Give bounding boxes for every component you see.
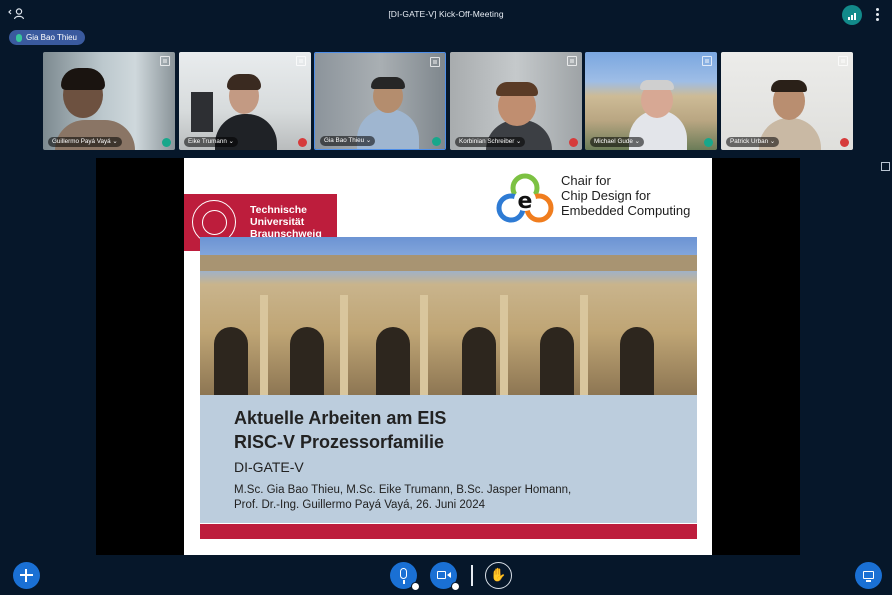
participant-name: Guillermo Payá Vayá ⌄: [48, 137, 122, 147]
participant-name: Michael Gude ⌄: [590, 137, 644, 147]
screen-share-icon: [863, 571, 874, 579]
microphone-button[interactable]: [390, 562, 420, 591]
video-tile[interactable]: Patrick Urban ⌄: [721, 52, 853, 150]
participant-name: Korbinian Schreiber ⌄: [455, 137, 526, 147]
fullscreen-icon[interactable]: [430, 57, 440, 67]
participant-name: Eike Trumann ⌄: [184, 137, 238, 147]
participant-name: Patrick Urban ⌄: [726, 137, 780, 147]
camera-icon: [437, 571, 446, 579]
eis-logo-icon: e: [496, 173, 554, 223]
actions-button[interactable]: [13, 562, 40, 589]
slide-title-line2: RISC-V Prozessorfamilie: [234, 432, 445, 452]
university-name: Technische Universität Braunschweig: [250, 204, 322, 240]
slide-authors-line1: M.Sc. Gia Bao Thieu, M.Sc. Eike Trumann,…: [234, 484, 572, 496]
connection-status-button[interactable]: [842, 5, 862, 25]
slide-title-line1: Aktuelle Arbeiten am EIS: [234, 408, 447, 428]
video-tile[interactable]: Guillermo Payá Vayá ⌄: [43, 52, 175, 150]
screen-share-button[interactable]: [855, 562, 882, 589]
audio-status-icon: [162, 138, 171, 147]
slide-authors-line2: Prof. Dr.-Ing. Guillermo Payá Vayá, 26. …: [234, 499, 485, 511]
connection-signal-icon: [848, 17, 850, 20]
microphone-icon: [400, 568, 407, 579]
video-tile-active[interactable]: Gia Bao Thieu ⌄: [314, 52, 446, 150]
meeting-title: [DI-GATE-V] Kick-Off-Meeting: [388, 9, 504, 19]
kebab-menu-icon: [875, 8, 879, 11]
video-settings-dot[interactable]: [451, 582, 460, 591]
raise-hand-icon: ✋: [490, 567, 507, 582]
fullscreen-icon[interactable]: [160, 56, 170, 66]
fullscreen-icon[interactable]: [838, 56, 848, 66]
fullscreen-icon[interactable]: [296, 56, 306, 66]
microphone-icon: [16, 33, 22, 42]
camera-button[interactable]: [430, 562, 460, 591]
fullscreen-presentation-button[interactable]: [881, 162, 890, 171]
presentation-slide: Technische Universität Braunschweig e Chai…: [184, 158, 712, 555]
talking-user-name: Gia Bao Thieu: [26, 33, 77, 42]
talking-indicator[interactable]: Gia Bao Thieu: [9, 30, 85, 45]
slide-title-box: Aktuelle Arbeiten am EIS RISC-V Prozesso…: [200, 395, 697, 523]
audio-status-icon: [432, 137, 441, 146]
top-bar: [DI-GATE-V] Kick-Off-Meeting: [0, 0, 892, 30]
fullscreen-icon[interactable]: [567, 56, 577, 66]
fullscreen-icon[interactable]: [702, 56, 712, 66]
muted-icon: [840, 138, 849, 147]
svg-text:e: e: [518, 189, 533, 214]
slide-subtitle: DI-GATE-V: [234, 459, 304, 475]
control-divider: [471, 565, 473, 586]
slide-footer-bar: [200, 524, 697, 539]
participant-name: Gia Bao Thieu ⌄: [320, 136, 376, 146]
university-building-photo: [200, 237, 697, 395]
audio-status-icon: [704, 138, 713, 147]
audio-settings-dot[interactable]: [411, 582, 420, 591]
video-tile[interactable]: Michael Gude ⌄: [585, 52, 717, 150]
muted-icon: [569, 138, 578, 147]
options-menu-button[interactable]: [874, 8, 880, 22]
video-tile[interactable]: Korbinian Schreiber ⌄: [450, 52, 582, 150]
raise-hand-button[interactable]: ✋: [485, 562, 512, 589]
video-tile[interactable]: Eike Trumann ⌄: [179, 52, 311, 150]
muted-icon: [298, 138, 307, 147]
chair-name: Chair for Chip Design for Embedded Compu…: [561, 173, 691, 218]
